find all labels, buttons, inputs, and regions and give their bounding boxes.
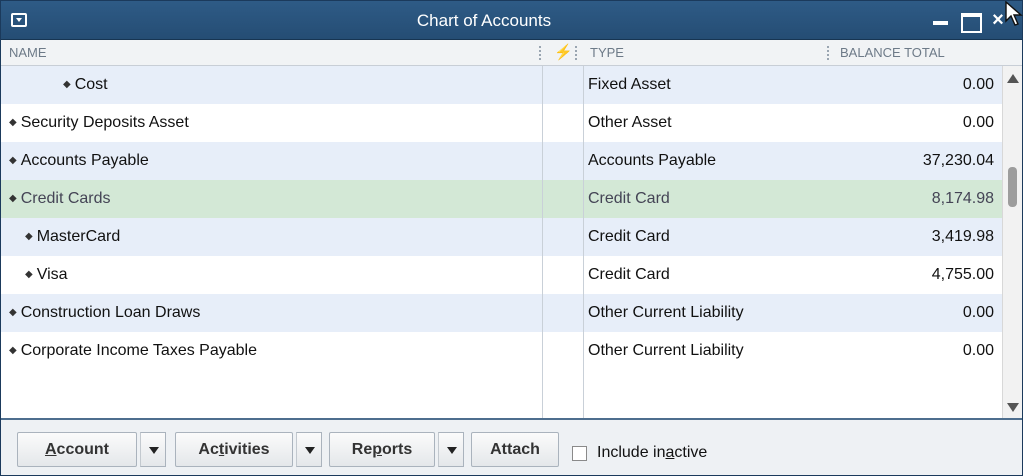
activities-label-pre: Ac	[198, 441, 219, 458]
account-row[interactable]: ◆ Corporate Income Taxes Payable Other Cur…	[1, 332, 1002, 370]
scroll-down-arrow-icon[interactable]	[1007, 403, 1019, 412]
account-name: ◆ Construction Loan Draws	[9, 294, 200, 332]
row-bullet-icon: ◆	[25, 269, 33, 280]
account-menu-button[interactable]: Account	[17, 432, 137, 467]
reports-label-post: orts	[382, 441, 413, 458]
row-bullet-icon: ◆	[63, 79, 71, 90]
account-balance: 0.00	[962, 342, 994, 359]
account-name-text: Security Deposits Asset	[20, 114, 189, 131]
account-type: Other Current Liability	[588, 304, 744, 321]
account-name-text: Visa	[36, 266, 68, 283]
column-header-balance[interactable]: BALANCE TOTAL	[840, 40, 945, 66]
account-name-text: Corporate Income Taxes Payable	[20, 342, 257, 359]
account-name-text: MasterCard	[36, 228, 121, 245]
row-bullet-icon: ◆	[9, 307, 17, 318]
scroll-up-arrow-icon[interactable]	[1007, 74, 1019, 83]
activities-label-post: ivities	[224, 441, 270, 458]
activities-menu-button[interactable]: Activities	[175, 432, 293, 467]
column-gridline	[542, 66, 543, 418]
row-bullet-icon: ◆	[9, 155, 17, 166]
reconcile-lightning-icon[interactable]: ⚡	[554, 40, 573, 66]
column-header-name[interactable]: NAME	[9, 40, 47, 66]
account-balance: 0.00	[962, 304, 994, 321]
reports-dropdown-arrow-icon[interactable]	[438, 432, 464, 467]
account-dropdown-arrow-icon[interactable]	[140, 432, 166, 467]
account-balance: 0.00	[962, 114, 994, 131]
column-header: NAME ⚡ TYPE BALANCE TOTAL	[1, 40, 1022, 66]
include-inactive-label-pre: Include in	[597, 444, 666, 461]
column-gridline	[583, 66, 584, 418]
account-name-text: Credit Cards	[20, 190, 111, 207]
row-bullet-icon: ◆	[9, 117, 17, 128]
reports-menu-button[interactable]: Reports	[329, 432, 435, 467]
account-name: ◆ Corporate Income Taxes Payable	[9, 332, 257, 370]
window-title: Chart of Accounts	[416, 11, 552, 30]
account-name: ◆ Security Deposits Asset	[9, 104, 189, 142]
row-bullet-icon: ◆	[9, 345, 17, 356]
account-label-accel: A	[44, 441, 57, 458]
minimize-icon[interactable]	[929, 8, 953, 32]
row-bullet-icon: ◆	[9, 193, 17, 204]
account-type: Other Current Liability	[588, 342, 744, 359]
account-row[interactable]: ◆ Security Deposits Asset Other Asset 0.00	[1, 104, 1002, 142]
activities-dropdown-arrow-icon[interactable]	[296, 432, 322, 467]
account-name-text: Cost	[74, 76, 108, 93]
account-type: Accounts Payable	[588, 152, 717, 169]
account-type: Other Asset	[588, 114, 672, 131]
account-row[interactable]: ◆ Construction Loan Draws Other Current Li…	[1, 294, 1002, 332]
account-name-text: Construction Loan Draws	[20, 304, 201, 321]
account-type: Credit Card	[588, 266, 670, 283]
account-row[interactable]: ◆ Cost Fixed Asset 0.00	[1, 66, 1002, 104]
account-balance: 8,174.98	[931, 190, 994, 207]
account-balance: 37,230.04	[922, 152, 994, 169]
account-name: ◆ MasterCard	[25, 218, 120, 256]
chart-of-accounts-window: Chart of Accounts × NAME ⚡ TYPE BALANCE …	[0, 0, 1023, 476]
column-header-type[interactable]: TYPE	[590, 40, 624, 66]
account-balance: 0.00	[962, 76, 994, 93]
account-type: Credit Card	[588, 190, 670, 207]
account-name: ◆ Cost	[63, 66, 108, 104]
row-bullet-icon: ◆	[25, 231, 33, 242]
account-row[interactable]: ◆ Visa Credit Card 4,755.00	[1, 256, 1002, 294]
scrollbar-thumb[interactable]	[1008, 167, 1017, 207]
account-row[interactable]: ◆ Accounts Payable Accounts Payable 37,230.…	[1, 142, 1002, 180]
account-name: ◆ Visa	[25, 256, 68, 294]
column-divider[interactable]	[575, 46, 577, 60]
attach-button[interactable]: Attach	[471, 432, 559, 467]
account-row[interactable]: ◆ Credit Cards Credit Card 8,174.98	[1, 180, 1002, 218]
account-type: Credit Card	[588, 228, 670, 245]
include-inactive-label[interactable]: Include inactive	[597, 444, 707, 462]
accounts-list: ◆ Cost Fixed Asset 0.00 ◆ Security Deposits A…	[1, 66, 1002, 418]
mouse-cursor-icon	[1005, 1, 1023, 26]
footer-toolbar: Account Activities Reports Attach Includ…	[1, 418, 1022, 475]
account-balance: 3,419.98	[931, 228, 994, 245]
account-balance: 4,755.00	[931, 266, 994, 283]
account-name: ◆ Accounts Payable	[9, 142, 149, 180]
maximize-icon[interactable]	[958, 8, 982, 33]
account-name-text: Accounts Payable	[20, 152, 149, 169]
account-row[interactable]: ◆ MasterCard Credit Card 3,419.98	[1, 218, 1002, 256]
account-type: Fixed Asset	[588, 76, 671, 93]
column-divider[interactable]	[827, 46, 829, 60]
reports-label-accel: p	[372, 441, 382, 458]
account-label-post: ccount	[56, 441, 109, 458]
include-inactive-checkbox[interactable]	[572, 446, 587, 461]
account-name: ◆ Credit Cards	[9, 180, 111, 218]
column-divider[interactable]	[539, 46, 541, 60]
vertical-scrollbar[interactable]	[1002, 66, 1022, 418]
title-bar[interactable]: Chart of Accounts ×	[1, 1, 1023, 40]
reports-label-pre: Re	[351, 441, 373, 458]
include-inactive-label-post: ctive	[674, 444, 708, 461]
